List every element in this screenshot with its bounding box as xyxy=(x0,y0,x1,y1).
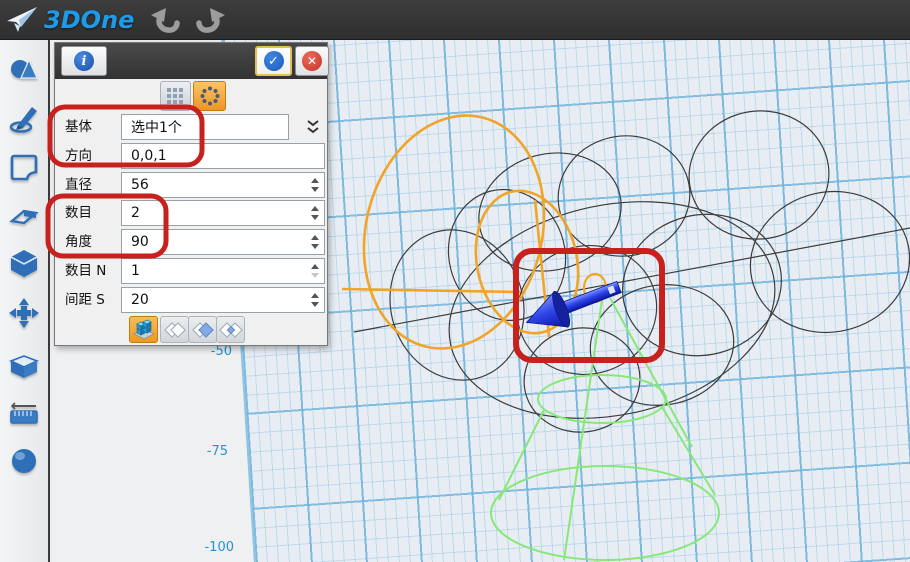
special-feature-eraser-icon[interactable] xyxy=(8,199,40,231)
diamond-mode-2-button[interactable] xyxy=(188,316,217,343)
info-icon: i xyxy=(74,51,94,71)
title-bar: 3DOne xyxy=(0,0,910,40)
primitive-solids-icon[interactable] xyxy=(8,53,40,85)
base-input[interactable] xyxy=(121,114,289,140)
app-logo: 3DOne xyxy=(6,4,134,36)
direction-arrow[interactable] xyxy=(520,269,626,340)
pattern-instances-mode-button[interactable] xyxy=(129,316,158,343)
spacing-s-input[interactable] xyxy=(121,287,325,313)
angle-spinner[interactable] xyxy=(309,229,321,255)
field-label-angle: 角度 xyxy=(65,229,92,255)
app-window: 3DOne xyxy=(0,0,910,562)
measure-ruler-icon[interactable] xyxy=(8,397,40,429)
circular-pattern-dialog: i ✓ ✕ xyxy=(54,42,328,346)
preview-cone-wireframe xyxy=(491,298,719,560)
confirm-check-icon: ✓ xyxy=(264,51,284,71)
field-label-direction: 方向 xyxy=(65,143,92,169)
double-chevron-down-icon xyxy=(306,119,320,135)
diamond-mode-1-button[interactable] xyxy=(160,316,189,343)
expand-chevron-button[interactable] xyxy=(301,114,325,140)
white-blue-diamond-icon xyxy=(191,321,215,339)
sketch-pencil-icon[interactable] xyxy=(8,102,40,134)
direction-input[interactable] xyxy=(121,143,325,169)
close-button[interactable]: ✕ xyxy=(295,46,329,76)
diameter-input[interactable] xyxy=(121,172,325,198)
two-white-diamonds-icon xyxy=(163,321,187,339)
redo-arrow-icon[interactable] xyxy=(192,4,228,36)
field-label-count-n: 数目 N xyxy=(65,258,106,284)
left-toolbar xyxy=(0,40,50,562)
field-label-spacing-s: 间距 S xyxy=(65,287,105,313)
material-sphere-icon[interactable] xyxy=(8,445,40,477)
count-n-spinner[interactable] xyxy=(309,258,321,284)
move-arrows-icon[interactable] xyxy=(8,297,40,329)
angle-input[interactable] xyxy=(121,229,325,255)
circular-pattern-icon xyxy=(200,86,220,106)
pattern-wireframe-circles xyxy=(354,102,910,447)
diamond-mode-3-button[interactable] xyxy=(216,316,245,343)
grid-pattern-icon xyxy=(167,88,184,105)
dialog-header: i ✓ ✕ xyxy=(55,43,327,79)
diamonds-dots-icon xyxy=(219,321,243,339)
count-n-input[interactable] xyxy=(121,258,325,284)
cubes-array-icon xyxy=(132,319,156,340)
confirm-button[interactable]: ✓ xyxy=(255,46,292,76)
field-label-diameter: 直径 xyxy=(65,172,92,198)
solid-cube-icon[interactable] xyxy=(8,247,40,279)
3d-viewport[interactable]: -50 -75 -100 xyxy=(52,40,910,562)
count-input[interactable] xyxy=(121,200,325,226)
combine-box-icon[interactable] xyxy=(8,348,40,380)
paper-plane-icon xyxy=(6,5,40,35)
spacing-s-spinner[interactable] xyxy=(309,287,321,313)
field-label-base: 基体 xyxy=(65,114,92,140)
undo-arrow-icon[interactable] xyxy=(148,4,184,36)
app-title: 3DOne xyxy=(44,6,134,34)
sketch-surface-icon[interactable] xyxy=(8,151,40,183)
count-spinner[interactable] xyxy=(309,200,321,226)
field-label-count: 数目 xyxy=(65,200,92,226)
linear-pattern-tab[interactable] xyxy=(160,81,191,111)
circular-pattern-tab[interactable] xyxy=(193,81,226,111)
info-button[interactable]: i xyxy=(61,46,107,76)
diameter-spinner[interactable] xyxy=(309,172,321,198)
close-x-icon: ✕ xyxy=(302,51,322,71)
